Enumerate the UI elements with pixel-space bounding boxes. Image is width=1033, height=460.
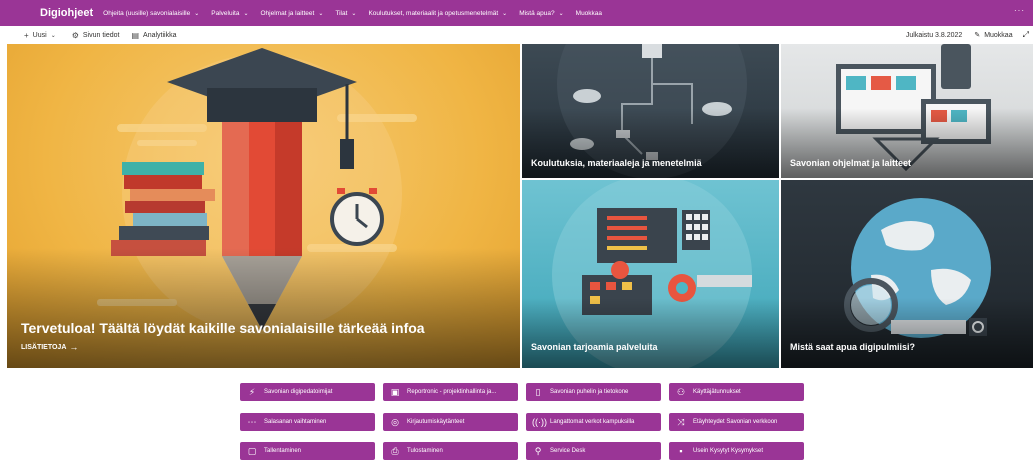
quicklink-kirjautuminen[interactable]: ◎ Kirjautumiskäytänteet — [383, 413, 518, 431]
quicklink-tulostaminen[interactable]: ⎙ Tulostaminen — [383, 442, 518, 460]
quicklink-langattomat[interactable]: ((·)) Langattomat verkot kampuksilla — [526, 413, 661, 431]
users-icon: ⚇ — [676, 386, 686, 397]
pencil-icon: ✎ — [974, 32, 981, 39]
quicklink-digipedatoimijat[interactable]: ⚡ Savonian digipedatoimijat — [240, 383, 375, 401]
nav-item-tilat[interactable]: Tilat ⌄ — [335, 10, 356, 17]
quicklink-service-desk[interactable]: ⚲ Service Desk — [526, 442, 661, 460]
expand-icon[interactable]: ⤢ — [1023, 30, 1029, 40]
quicklink-etayhteydet[interactable]: ⤨ Etäyhteydet Savonian verkkoon — [669, 413, 804, 431]
chevron-down-icon: ⌄ — [318, 10, 324, 17]
wifi-icon: ((·)) — [532, 417, 547, 427]
remote-icon: ⤨ — [677, 416, 685, 427]
printer-icon: ⎙ — [391, 445, 399, 456]
chevron-down-icon: ⌄ — [243, 10, 249, 17]
save-icon: ▢ — [247, 445, 257, 456]
hero-main-title: Tervetuloa! Täältä löydät kaikille savon… — [21, 320, 425, 336]
nav-item-koulutukset[interactable]: Koulutukset, materiaalit ja opetusmenete… — [368, 10, 507, 17]
chevron-down-icon: ⌄ — [50, 32, 56, 39]
hero-tile-palveluita[interactable]: Savonian tarjoamia palveluita — [522, 180, 779, 368]
new-button[interactable]: + Uusi ⌄ — [24, 31, 60, 40]
hero-tile-ohjelmat[interactable]: Savonian ohjelmat ja laitteet — [781, 44, 1033, 178]
analytics-button[interactable]: ▤ Analytiikka — [131, 31, 176, 40]
quicklink-puhelin-tietokone[interactable]: ▯ Savonian puhelin ja tietokone — [526, 383, 661, 401]
page-details-button[interactable]: ⚙ Sivun tiedot — [72, 31, 120, 40]
hero-tile-mista-apua[interactable]: Mistä saat apua digipulmiisi? — [781, 180, 1033, 368]
support-icon: ⚲ — [534, 445, 542, 456]
quicklink-tallentaminen[interactable]: ▢ Tallentaminen — [240, 442, 375, 460]
tile-title: Savonian tarjoamia palveluita — [531, 342, 658, 352]
chevron-down-icon: ⌄ — [558, 10, 564, 17]
quick-links: ⚡ Savonian digipedatoimijat ▣ Reportronic … — [240, 383, 804, 460]
plus-icon: + — [24, 30, 29, 40]
tile-title: Savonian ohjelmat ja laitteet — [790, 158, 912, 168]
quicklink-salasana[interactable]: ⋯ Salasanan vaihtaminen — [240, 413, 375, 431]
lightning-icon: ⚡ — [248, 386, 256, 397]
edit-button[interactable]: ✎ Muokkaa — [974, 31, 1012, 40]
chevron-down-icon: ⌄ — [351, 10, 357, 17]
nav-item-mista-apua[interactable]: Mistä apua? ⌄ — [519, 10, 563, 17]
nav-item-ohjelmat[interactable]: Ohjelmat ja laitteet ⌄ — [261, 10, 324, 17]
quicklink-kayttajatunnukset[interactable]: ⚇ Käyttäjätunnukset — [669, 383, 804, 401]
chevron-down-icon: ⌄ — [194, 10, 200, 17]
read-more-link[interactable]: LISÄTIETOJA → — [21, 342, 78, 352]
faq-icon: ▪ — [679, 446, 683, 456]
hero-main-tile[interactable]: Tervetuloa! Täältä löydät kaikille savon… — [7, 44, 520, 368]
top-navigation: Digiohjeet Ohjeita (uusille) savonialais… — [0, 0, 1033, 26]
tile-title: Mistä saat apua digipulmiisi? — [790, 342, 916, 352]
chevron-down-icon: ⌄ — [502, 10, 508, 17]
site-title[interactable]: Digiohjeet — [40, 7, 93, 19]
hero-tile-koulutuksia[interactable]: Koulutuksia, materiaaleja ja menetelmiä — [522, 44, 779, 178]
gear-icon: ⚙ — [71, 30, 79, 40]
phone-icon: ▯ — [535, 386, 541, 397]
quicklink-reportronic[interactable]: ▣ Reportronic - projektinhallinta ja... — [383, 383, 518, 401]
quicklink-ukk[interactable]: ▪ Usein Kysytyt Kysymykset — [669, 442, 804, 460]
tile-title: Koulutuksia, materiaaleja ja menetelmiä — [531, 158, 702, 168]
hero-section: Tervetuloa! Täältä löydät kaikille savon… — [7, 44, 1033, 368]
command-bar: + Uusi ⌄ ⚙ Sivun tiedot ▤ Analytiikka Ju… — [0, 26, 1033, 44]
nav-item-palveluita[interactable]: Palveluita ⌄ — [211, 10, 248, 17]
more-options-icon[interactable]: ··· — [1014, 6, 1025, 15]
nav-item-ohjeita[interactable]: Ohjeita (uusille) savonialaisille ⌄ — [103, 10, 199, 17]
nav-item-muokkaa[interactable]: Muokkaa — [576, 10, 602, 17]
published-date: Julkaistu 3.8.2022 — [905, 31, 963, 39]
report-icon: ▣ — [390, 386, 400, 397]
chart-icon: ▤ — [131, 30, 140, 40]
arrow-right-icon: → — [69, 342, 79, 352]
password-icon: ⋯ — [247, 416, 257, 427]
login-icon: ◎ — [391, 416, 399, 427]
